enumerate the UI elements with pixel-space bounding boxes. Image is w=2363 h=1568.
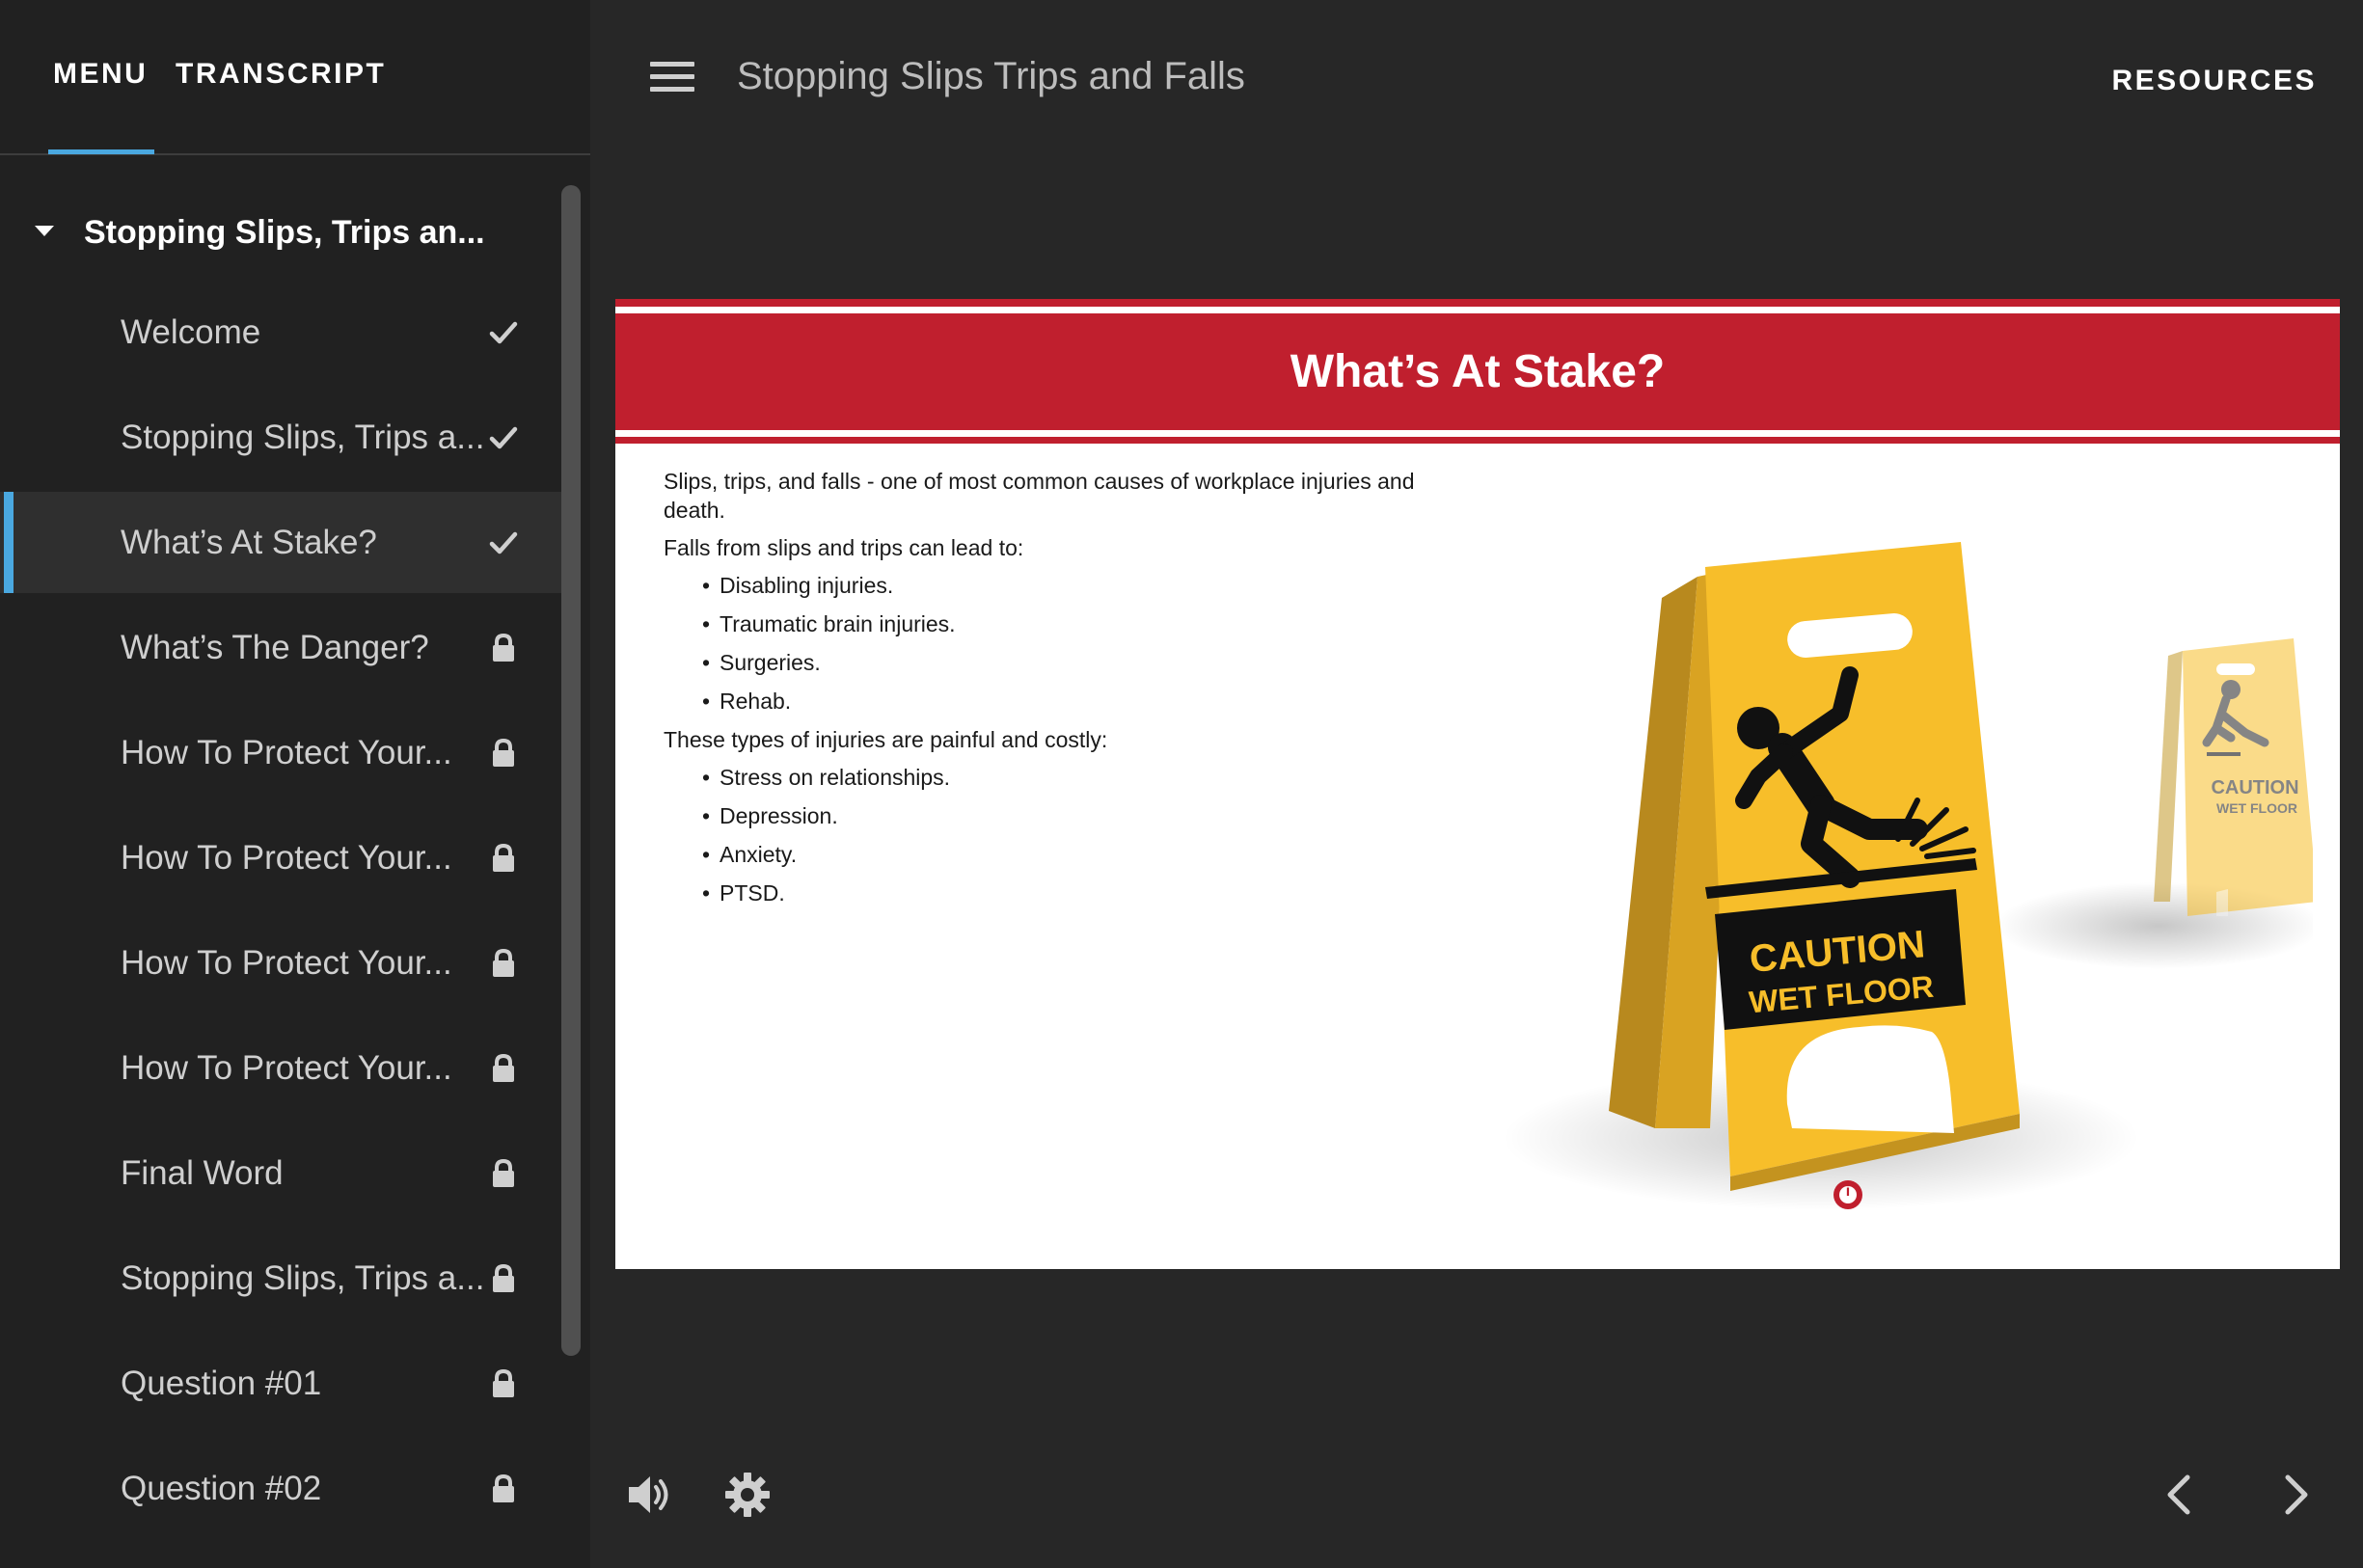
cost-list: Stress on relationships. Depression. Anx… — [664, 763, 1426, 907]
consequence-list: Disabling injuries. Traumatic brain inju… — [664, 571, 1426, 716]
chevron-left-icon[interactable] — [2160, 1473, 2199, 1517]
list-item: Traumatic brain injuries. — [702, 609, 1426, 638]
menu-icon[interactable] — [650, 62, 694, 93]
course-player: MENU TRANSCRIPT Stopping Slips, Trips an… — [0, 0, 2363, 1568]
lock-icon — [487, 947, 520, 980]
tab-transcript[interactable]: TRANSCRIPT — [176, 58, 386, 91]
checkmark-icon — [487, 421, 520, 454]
sidebar-item[interactable]: How To Protect Your... — [0, 702, 561, 803]
sidebar-item[interactable]: Stopping Slips, Trips a... — [0, 387, 561, 488]
caution-wet-floor-sign-illustration: CAUTION WET FLOOR CAUTION WET FLOOR — [1503, 542, 2313, 1210]
course-name: Stopping Slips Trips and Falls — [737, 55, 1245, 97]
list-item: Anxiety. — [702, 840, 1426, 869]
sidebar-item-label: Stopping Slips, Trips a... — [121, 1258, 485, 1297]
sidebar-item[interactable]: Stopping Slips, Trips a... — [0, 1228, 561, 1329]
slide-content: What’s At Stake? Slips, trips, and falls… — [615, 299, 2340, 1269]
slide-lead-in-2: These types of injuries are painful and … — [664, 727, 1108, 752]
lock-icon — [487, 1157, 520, 1190]
checkmark-icon — [487, 316, 520, 349]
course-section-title: Stopping Slips, Trips an... — [84, 214, 485, 251]
course-section-header[interactable]: Stopping Slips, Trips an... — [0, 203, 550, 262]
sidebar-item[interactable]: How To Protect Your... — [0, 1017, 561, 1119]
slide-title: What’s At Stake? — [1290, 346, 1666, 397]
checkmark-icon — [487, 527, 520, 559]
lock-icon — [487, 1262, 520, 1295]
active-item-indicator — [4, 492, 14, 593]
lock-icon — [487, 632, 520, 664]
lock-icon — [487, 1367, 520, 1400]
sidebar-item-label: What’s The Danger? — [121, 628, 429, 666]
small-sign-text-1: CAUTION — [2211, 777, 2298, 798]
lock-icon — [487, 1052, 520, 1085]
list-item: Stress on relationships. — [702, 763, 1426, 792]
caret-down-icon — [35, 226, 54, 236]
list-item: Rehab. — [702, 687, 1426, 716]
tab-menu[interactable]: MENU — [53, 58, 148, 91]
sidebar-item[interactable]: What’s The Danger? — [0, 597, 561, 698]
sidebar-item-label: Question #02 — [121, 1469, 322, 1507]
list-item: Depression. — [702, 801, 1426, 830]
lock-icon — [487, 842, 520, 875]
slide-title-banner: What’s At Stake? — [615, 299, 2340, 444]
large-caution-sign: CAUTION WET FLOOR — [1609, 542, 2020, 1191]
sidebar-item-label: Question #01 — [121, 1364, 322, 1402]
slide-body-text: Slips, trips, and falls - one of most co… — [664, 467, 1426, 917]
info-hotspot[interactable]: i — [1833, 1180, 1862, 1209]
sidebar-item[interactable]: Question #01 — [0, 1333, 561, 1434]
sidebar: MENU TRANSCRIPT Stopping Slips, Trips an… — [0, 0, 590, 1568]
sidebar-item-label: Stopping Slips, Trips a... — [121, 418, 485, 456]
active-tab-indicator — [48, 149, 154, 154]
sidebar-item-label: What’s At Stake? — [121, 523, 377, 561]
sidebar-item[interactable]: What’s At Stake? — [0, 492, 561, 593]
sidebar-item-label: Welcome — [121, 312, 261, 351]
chevron-right-icon[interactable] — [2276, 1473, 2315, 1517]
sidebar-item-label: How To Protect Your... — [121, 733, 452, 771]
list-item: PTSD. — [702, 879, 1426, 907]
top-bar: Stopping Slips Trips and Falls RESOURCES — [590, 0, 2363, 154]
sidebar-item-label: How To Protect Your... — [121, 943, 452, 982]
lock-icon — [487, 737, 520, 770]
sidebar-scrollbar[interactable] — [561, 185, 581, 1356]
sidebar-item[interactable]: Final Word — [0, 1122, 561, 1224]
small-caution-sign: CAUTION WET FLOOR — [2154, 638, 2313, 916]
sidebar-item[interactable]: How To Protect Your... — [0, 807, 561, 908]
sidebar-item[interactable]: Welcome — [0, 282, 561, 383]
info-marker: i — [1845, 1183, 1851, 1200]
slide-lead-in-1: Falls from slips and trips can lead to: — [664, 535, 1024, 560]
sidebar-item[interactable]: Question #02 — [0, 1438, 561, 1539]
volume-icon[interactable] — [627, 1473, 675, 1516]
sidebar-item-label: How To Protect Your... — [121, 1048, 452, 1087]
list-item: Disabling injuries. — [702, 571, 1426, 600]
gear-icon[interactable] — [723, 1471, 772, 1519]
sidebar-item-label: Final Word — [121, 1153, 284, 1192]
list-item: Surgeries. — [702, 648, 1426, 677]
resources-button[interactable]: RESOURCES — [2111, 65, 2317, 97]
slide-intro: Slips, trips, and falls - one of most co… — [664, 469, 1415, 523]
lock-icon — [487, 1473, 520, 1505]
sidebar-item-label: How To Protect Your... — [121, 838, 452, 877]
sidebar-tabs: MENU TRANSCRIPT — [0, 0, 590, 155]
small-sign-text-2: WET FLOOR — [2216, 800, 2297, 816]
sidebar-item[interactable]: How To Protect Your... — [0, 912, 561, 1014]
